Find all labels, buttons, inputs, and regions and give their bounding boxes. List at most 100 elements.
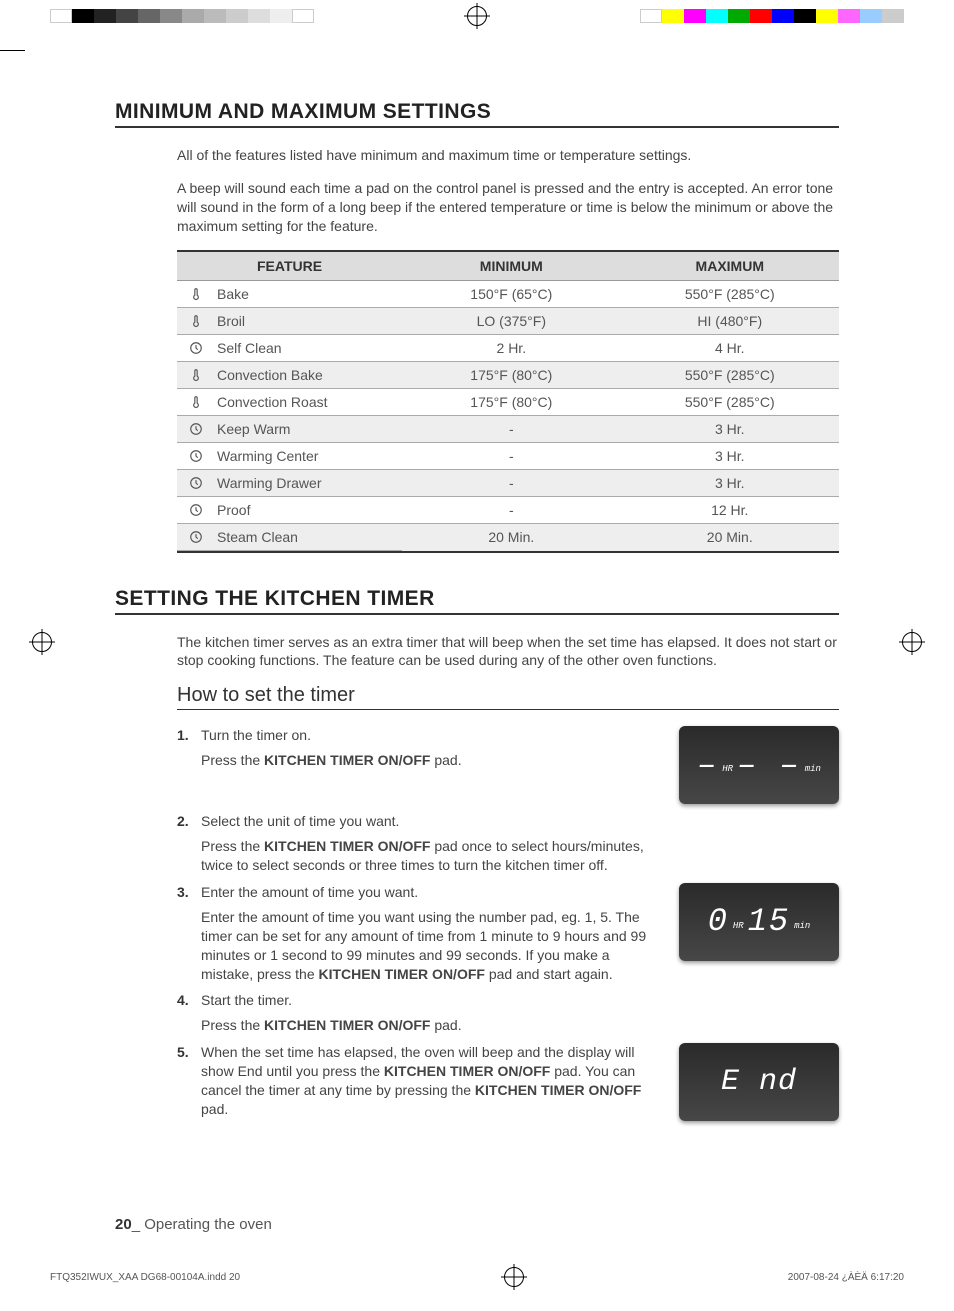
grayscale-bar xyxy=(50,9,314,23)
feature-cell: Keep Warm xyxy=(177,416,402,443)
step-4: Start the timer. Press the KITCHEN TIMER… xyxy=(177,991,839,1035)
oven-display-end: E nd xyxy=(679,1043,839,1121)
feature-name: Warming Center xyxy=(217,448,318,464)
timer-intro-paragraph: The kitchen timer serves as an extra tim… xyxy=(177,633,839,671)
table-row: Keep Warm -3 Hr. xyxy=(177,416,839,443)
page-content: MINIMUM AND MAXIMUM SETTINGS All of the … xyxy=(115,100,839,1129)
registration-mark-icon xyxy=(32,632,52,652)
max-cell: 550°F (285°C) xyxy=(621,389,839,416)
steps-list: Turn the timer on. Press the KITCHEN TIM… xyxy=(177,726,839,1121)
table-row: Warming Center -3 Hr. xyxy=(177,443,839,470)
table-row: Broil LO (375°F)HI (480°F) xyxy=(177,308,839,335)
max-cell: 12 Hr. xyxy=(621,497,839,524)
print-filename: FTQ352IWUX_XAA DG68-00104A.indd 20 xyxy=(50,1272,240,1283)
step-3: Enter the amount of time you want. Enter… xyxy=(177,883,839,983)
sub-heading: How to set the timer xyxy=(177,684,839,710)
step-detail: Press the KITCHEN TIMER ON/OFF pad. xyxy=(201,751,651,770)
table-row: Self Clean 2 Hr.4 Hr. xyxy=(177,335,839,362)
table-row: Bake 150°F (65°C)550°F (285°C) xyxy=(177,280,839,308)
step-title: Select the unit of time you want. xyxy=(201,812,651,831)
crop-mark xyxy=(0,50,25,51)
feature-cell: Convection Roast xyxy=(177,389,402,416)
max-cell: 3 Hr. xyxy=(621,416,839,443)
min-cell: - xyxy=(402,497,620,524)
thermometer-icon xyxy=(189,287,203,301)
settings-table: FEATURE MINIMUM MAXIMUM Bake 150°F (65°C)… xyxy=(177,250,839,553)
min-cell: - xyxy=(402,443,620,470)
registration-mark-icon xyxy=(504,1267,524,1287)
step-5: When the set time has elapsed, the oven … xyxy=(177,1043,839,1121)
print-marks-top xyxy=(0,6,954,26)
clock-icon xyxy=(189,341,203,355)
min-cell: LO (375°F) xyxy=(402,308,620,335)
max-cell: 3 Hr. xyxy=(621,470,839,497)
table-row: Convection Roast 175°F (80°C)550°F (285°C… xyxy=(177,389,839,416)
step-1: Turn the timer on. Press the KITCHEN TIM… xyxy=(177,726,839,804)
table-row: Warming Drawer -3 Hr. xyxy=(177,470,839,497)
feature-name: Steam Clean xyxy=(217,529,298,545)
min-cell: 175°F (80°C) xyxy=(402,362,620,389)
min-cell: 2 Hr. xyxy=(402,335,620,362)
max-cell: 550°F (285°C) xyxy=(621,280,839,308)
section-title-2: SETTING THE KITCHEN TIMER xyxy=(115,587,839,615)
feature-name: Convection Roast xyxy=(217,394,328,410)
step-2: Select the unit of time you want. Press … xyxy=(177,812,839,875)
min-cell: 150°F (65°C) xyxy=(402,280,620,308)
registration-mark-icon xyxy=(467,6,487,26)
step-detail: When the set time has elapsed, the oven … xyxy=(201,1043,651,1119)
oven-display-time: 0 HR 15 min xyxy=(679,883,839,961)
min-cell: - xyxy=(402,416,620,443)
feature-cell: Steam Clean xyxy=(177,524,402,551)
min-cell: - xyxy=(402,470,620,497)
table-row: Convection Bake 175°F (80°C)550°F (285°C) xyxy=(177,362,839,389)
feature-cell: Convection Bake xyxy=(177,362,402,389)
section-title-1: MINIMUM AND MAXIMUM SETTINGS xyxy=(115,100,839,128)
feature-cell: Self Clean xyxy=(177,335,402,362)
thermometer-icon xyxy=(189,395,203,409)
print-datetime: 2007-08-24 ¿ÀÈÄ 6:17:20 xyxy=(788,1272,904,1283)
feature-cell: Bake xyxy=(177,281,402,308)
oven-display-blank: – HR – – min xyxy=(679,726,839,804)
feature-cell: Warming Center xyxy=(177,443,402,470)
feature-name: Self Clean xyxy=(217,340,282,356)
min-cell: 175°F (80°C) xyxy=(402,389,620,416)
color-bar xyxy=(640,9,904,23)
table-row: Proof -12 Hr. xyxy=(177,497,839,524)
max-cell: HI (480°F) xyxy=(621,308,839,335)
thermometer-icon xyxy=(189,314,203,328)
step-detail: Enter the amount of time you want using … xyxy=(201,908,651,984)
settings-table-body: Bake150°F (65°C)550°F (285°C)BroilLO (37… xyxy=(177,280,839,552)
step-title: Turn the timer on. xyxy=(201,726,651,745)
feature-cell: Proof xyxy=(177,497,402,524)
max-cell: 550°F (285°C) xyxy=(621,362,839,389)
clock-icon xyxy=(189,530,203,544)
max-cell: 20 Min. xyxy=(621,524,839,552)
table-header-maximum: MAXIMUM xyxy=(621,251,839,281)
step-title: Enter the amount of time you want. xyxy=(201,883,651,902)
clock-icon xyxy=(189,503,203,517)
table-header-feature: FEATURE xyxy=(177,251,402,281)
max-cell: 4 Hr. xyxy=(621,335,839,362)
max-cell: 3 Hr. xyxy=(621,443,839,470)
min-cell: 20 Min. xyxy=(402,524,620,552)
feature-name: Proof xyxy=(217,502,250,518)
feature-name: Keep Warm xyxy=(217,421,290,437)
feature-name: Bake xyxy=(217,286,249,302)
step-detail: Press the KITCHEN TIMER ON/OFF pad. xyxy=(201,1016,651,1035)
step-title: Start the timer. xyxy=(201,991,651,1010)
table-header-minimum: MINIMUM xyxy=(402,251,620,281)
intro-paragraph-1: All of the features listed have minimum … xyxy=(177,146,839,165)
clock-icon xyxy=(189,422,203,436)
intro-paragraph-2: A beep will sound each time a pad on the… xyxy=(177,179,839,236)
feature-name: Broil xyxy=(217,313,245,329)
step-detail: Press the KITCHEN TIMER ON/OFF pad once … xyxy=(201,837,651,875)
page-footer: 20_ Operating the oven xyxy=(115,1216,839,1233)
feature-name: Convection Bake xyxy=(217,367,323,383)
print-footer: FTQ352IWUX_XAA DG68-00104A.indd 20 2007-… xyxy=(50,1267,904,1287)
feature-cell: Warming Drawer xyxy=(177,470,402,497)
feature-name: Warming Drawer xyxy=(217,475,322,491)
clock-icon xyxy=(189,476,203,490)
registration-mark-icon xyxy=(902,632,922,652)
clock-icon xyxy=(189,449,203,463)
thermometer-icon xyxy=(189,368,203,382)
